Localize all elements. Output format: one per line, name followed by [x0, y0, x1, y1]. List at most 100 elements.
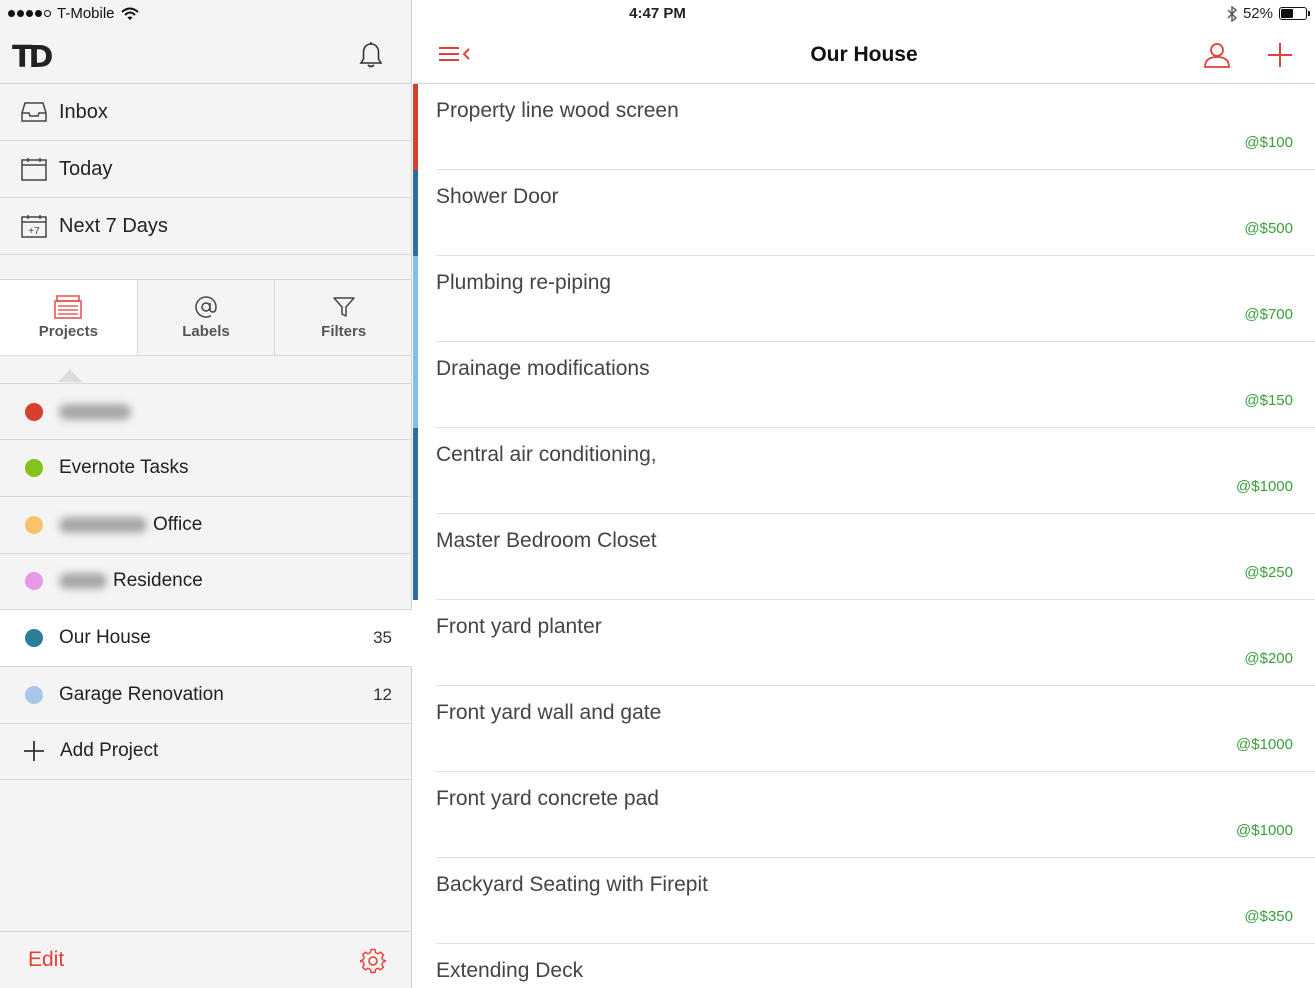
- task-row[interactable]: Extending Deck: [413, 944, 1315, 988]
- blurred-text: [59, 403, 131, 420]
- filter-icon: [332, 297, 355, 317]
- task-row[interactable]: Central air conditioning, @$1000: [413, 428, 1315, 514]
- task-name: Shower Door: [436, 185, 559, 208]
- sidebar-tabs: Projects Labels Filters: [0, 279, 412, 356]
- task-name: Front yard concrete pad: [436, 787, 659, 810]
- battery-icon: [1279, 7, 1310, 20]
- task-label[interactable]: @$1000: [1236, 478, 1293, 495]
- task-label[interactable]: @$700: [1244, 306, 1293, 323]
- sidebar-header: TD: [0, 28, 412, 84]
- project-color-dot: [25, 686, 43, 704]
- task-name: Backyard Seating with Firepit: [436, 873, 708, 896]
- bluetooth-icon: [1227, 5, 1237, 22]
- inbox-icon: [21, 99, 47, 125]
- wifi-icon: [120, 7, 139, 20]
- todoist-logo: TD: [12, 40, 53, 75]
- calendar-icon: [21, 156, 47, 182]
- status-time: 4:47 PM: [629, 5, 686, 22]
- task-label[interactable]: @$250: [1244, 564, 1293, 581]
- task-name: Front yard wall and gate: [436, 701, 662, 724]
- nav-inbox[interactable]: Inbox: [0, 84, 412, 141]
- svg-text:+7: +7: [28, 226, 40, 237]
- task-row[interactable]: Front yard planter @$200: [413, 600, 1315, 686]
- project-color-dot: [25, 402, 43, 421]
- main-panel: Our House Property line wood screen @$100…: [413, 0, 1315, 988]
- main-header: Our House: [413, 28, 1315, 84]
- task-name: Extending Deck: [436, 959, 584, 982]
- task-row[interactable]: Backyard Seating with Firepit @$350: [413, 858, 1315, 944]
- sidebar-footer: Edit: [0, 931, 412, 988]
- project-item[interactable]: [0, 383, 412, 440]
- project-item-evernote-tasks[interactable]: Evernote Tasks: [0, 440, 412, 497]
- person-icon[interactable]: [1203, 41, 1231, 69]
- task-label[interactable]: @$1000: [1236, 736, 1293, 753]
- tab-projects[interactable]: Projects: [0, 280, 138, 355]
- project-count: 12: [373, 685, 392, 704]
- task-priority-bar: [413, 84, 418, 170]
- project-label: Residence: [113, 570, 203, 591]
- tab-projects-label: Projects: [38, 323, 98, 340]
- task-name: Central air conditioning,: [436, 443, 657, 466]
- task-name: Drainage modifications: [436, 357, 650, 380]
- task-priority-bar: [413, 342, 418, 428]
- task-name: Property line wood screen: [436, 99, 679, 122]
- calendar-plus7-icon: +7: [21, 213, 47, 239]
- project-item-office[interactable]: Office: [0, 497, 412, 554]
- at-icon: [195, 296, 217, 318]
- tab-filters-label: Filters: [321, 323, 367, 340]
- task-row[interactable]: Plumbing re-piping @$700: [413, 256, 1315, 342]
- project-color-dot: [25, 516, 43, 534]
- projects-icon: [54, 295, 83, 319]
- nav-today[interactable]: Today: [0, 141, 412, 198]
- project-color-dot: [25, 572, 43, 590]
- task-priority-bar: [413, 428, 418, 514]
- task-priority-bar: [413, 256, 418, 342]
- signal-icon: [8, 10, 51, 17]
- task-name: Plumbing re-piping: [436, 271, 612, 294]
- task-row[interactable]: Property line wood screen @$100: [413, 84, 1315, 170]
- status-bar: T-Mobile 4:47 PM 52%: [0, 0, 1315, 28]
- blurred-text: [59, 573, 107, 589]
- task-priority-bar: [413, 170, 418, 256]
- task-label[interactable]: @$150: [1244, 392, 1293, 409]
- task-priority-bar: [413, 514, 418, 600]
- task-row[interactable]: Front yard concrete pad @$1000: [413, 772, 1315, 858]
- tab-pointer: [58, 369, 82, 382]
- add-task-icon[interactable]: [1266, 41, 1294, 69]
- project-label: Our House: [59, 627, 151, 648]
- task-label[interactable]: @$350: [1244, 908, 1293, 925]
- task-label[interactable]: @$1000: [1236, 822, 1293, 839]
- nav-today-label: Today: [59, 157, 113, 180]
- task-row[interactable]: Master Bedroom Closet @$250: [413, 514, 1315, 600]
- task-row[interactable]: Front yard wall and gate @$1000: [413, 686, 1315, 772]
- task-row[interactable]: Drainage modifications @$150: [413, 342, 1315, 428]
- task-label[interactable]: @$200: [1244, 650, 1293, 667]
- task-label[interactable]: @$500: [1244, 220, 1293, 237]
- project-count: 35: [373, 628, 392, 647]
- tab-filters[interactable]: Filters: [275, 280, 412, 355]
- bell-icon[interactable]: [358, 41, 384, 69]
- plus-icon: [24, 741, 44, 761]
- project-label: Garage Renovation: [59, 684, 224, 705]
- nav-next-7-days[interactable]: +7 Next 7 Days: [0, 198, 412, 255]
- task-label[interactable]: @$100: [1244, 134, 1293, 151]
- add-project-label: Add Project: [60, 740, 159, 761]
- add-project-button[interactable]: Add Project: [0, 723, 412, 780]
- gear-icon[interactable]: [360, 948, 386, 974]
- project-label: Evernote Tasks: [59, 457, 189, 478]
- tab-labels-label: Labels: [182, 323, 230, 340]
- project-color-dot: [25, 459, 43, 477]
- project-label: Office: [153, 514, 203, 535]
- task-name: Front yard planter: [436, 615, 602, 638]
- project-item-residence[interactable]: Residence: [0, 553, 412, 610]
- edit-button[interactable]: Edit: [28, 948, 64, 972]
- project-item-our-house[interactable]: Our House 35: [0, 610, 412, 667]
- task-name: Master Bedroom Closet: [436, 529, 657, 552]
- sidebar: TD Inbox Today +7 Next 7 Days Projects L…: [0, 0, 412, 988]
- tab-labels[interactable]: Labels: [138, 280, 276, 355]
- project-item-garage-renovation[interactable]: Garage Renovation 12: [0, 667, 412, 724]
- carrier-label: T-Mobile: [57, 5, 115, 22]
- project-color-dot: [25, 629, 43, 647]
- nav-inbox-label: Inbox: [59, 100, 108, 123]
- task-row[interactable]: Shower Door @$500: [413, 170, 1315, 256]
